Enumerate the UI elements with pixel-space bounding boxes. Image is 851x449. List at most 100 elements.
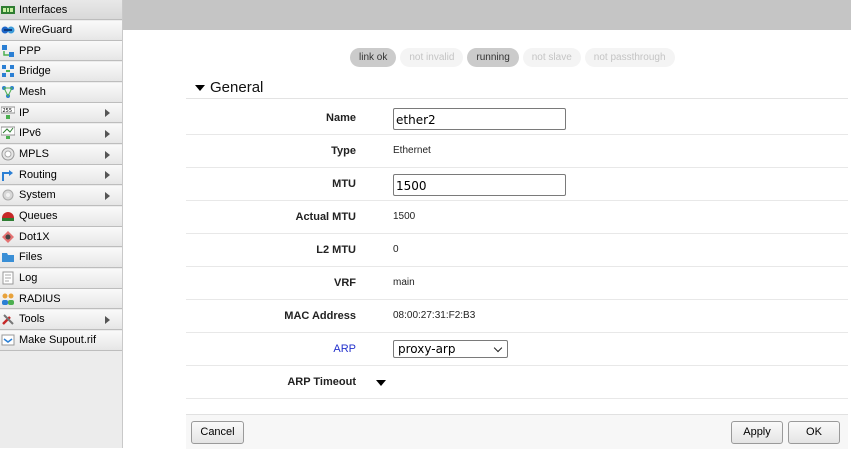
log-icon: [1, 271, 15, 285]
sidebar-item-label: PPP: [19, 44, 42, 57]
sidebar-item-label: WireGuard: [19, 24, 73, 37]
section-title: General: [210, 79, 264, 96]
sidebar-item-tools[interactable]: Tools: [0, 309, 122, 330]
sidebar-item-label: Files: [19, 251, 43, 264]
sidebar-item-label: RADIUS: [19, 292, 61, 305]
dot1x-icon: [1, 230, 15, 244]
gear-icon: [1, 188, 15, 202]
field-label-mtu: MTU: [332, 178, 356, 190]
sidebar-item-system[interactable]: System: [0, 185, 122, 206]
sidebar-item-routing[interactable]: Routing: [0, 165, 122, 186]
field-label-arp-timeout: ARP Timeout: [287, 376, 356, 388]
field-label-vrf: VRF: [334, 277, 356, 289]
users-icon: [1, 292, 15, 306]
sidebar-item-bridge[interactable]: Bridge: [0, 61, 122, 82]
status-flag-running: running: [467, 48, 519, 67]
sidebar-item-label: Queues: [19, 210, 58, 223]
l2-mtu-value: 0: [393, 244, 399, 255]
sidebar-item-mpls[interactable]: MPLS: [0, 144, 122, 165]
routing-icon: [1, 168, 15, 182]
submenu-arrow-icon: [105, 129, 110, 138]
status-flag-not-invalid: not invalid: [400, 48, 464, 67]
form-row-mac-address: MAC Address 08:00:27:31:F2:B3: [186, 300, 848, 333]
sidebar-item-wireguard[interactable]: WireGuard: [0, 20, 122, 41]
field-label-arp-link[interactable]: ARP: [333, 333, 356, 365]
action-bar: Cancel Apply OK: [186, 414, 848, 449]
status-flag-link-ok: link ok: [350, 48, 397, 67]
field-label-l2-mtu: L2 MTU: [316, 244, 356, 256]
sidebar-item-label: IP: [19, 106, 30, 119]
interfaces-icon: [1, 3, 15, 17]
wireguard-icon: [1, 23, 15, 37]
mpls-icon: [1, 147, 15, 161]
divider: [186, 98, 848, 99]
ipv6-icon: [1, 126, 15, 140]
sidebar-item-label: Interfaces: [19, 3, 68, 16]
sidebar-item-label: MPLS: [19, 148, 49, 161]
form-row-name: Name: [186, 102, 848, 135]
sidebar-item-queues[interactable]: Queues: [0, 206, 122, 227]
sidebar-item-label: System: [19, 189, 56, 202]
queues-icon: [1, 209, 15, 223]
expand-triangle-icon[interactable]: [376, 380, 386, 386]
folder-icon: [1, 250, 15, 264]
field-label-name: Name: [326, 112, 356, 124]
ok-button[interactable]: OK: [788, 421, 840, 444]
cancel-button[interactable]: Cancel: [191, 421, 244, 444]
sidebar-item-files[interactable]: Files: [0, 247, 122, 268]
ppp-icon: [1, 44, 15, 58]
form-row-mtu: MTU: [186, 168, 848, 201]
apply-button[interactable]: Apply: [731, 421, 783, 444]
sidebar-item-label: Make Supout.rif: [19, 334, 97, 346]
sidebar-item-radius[interactable]: RADIUS: [0, 289, 122, 310]
arp-select-value: proxy-arp: [398, 342, 456, 356]
field-label-actual-mtu: Actual MTU: [295, 211, 357, 223]
supout-icon: [1, 333, 15, 347]
form-row-actual-mtu: Actual MTU 1500: [186, 201, 848, 234]
vrf-value: main: [393, 277, 415, 288]
sidebar-item-label: Mesh: [19, 86, 46, 99]
field-label-type: Type: [331, 145, 356, 157]
name-input[interactable]: [393, 108, 566, 130]
mtu-input[interactable]: [393, 174, 566, 196]
submenu-arrow-icon: [105, 150, 110, 159]
sidebar-item-label: Dot1X: [19, 230, 50, 243]
field-label-mac-address: MAC Address: [284, 310, 356, 322]
sidebar-item-ip[interactable]: 255 IP: [0, 103, 122, 124]
submenu-arrow-icon: [105, 109, 110, 118]
bridge-icon: [1, 64, 15, 78]
sidebar-item-ipv6[interactable]: IPv6: [0, 123, 122, 144]
type-value: Ethernet: [393, 145, 431, 156]
sidebar-item-interfaces[interactable]: Interfaces: [0, 0, 122, 20]
sidebar-item-label: IPv6: [19, 127, 42, 140]
actual-mtu-value: 1500: [393, 211, 416, 222]
status-flag-not-slave: not slave: [522, 48, 581, 67]
mesh-icon: [1, 85, 15, 99]
section-header-general[interactable]: General: [195, 79, 263, 96]
sidebar-item-ppp[interactable]: PPP: [0, 41, 122, 62]
status-flags: link ok not invalid running not slave no…: [350, 48, 675, 67]
sidebar-item-log[interactable]: Log: [0, 268, 122, 289]
submenu-arrow-icon: [105, 315, 110, 324]
sidebar-item-make-supout[interactable]: Make Supout.rif: [0, 330, 122, 351]
form-row-l2-mtu: L2 MTU 0: [186, 234, 848, 267]
sidebar-item-mesh[interactable]: Mesh: [0, 82, 122, 103]
form-row-type: Type Ethernet: [186, 135, 848, 168]
sidebar-item-label: Routing: [19, 168, 57, 181]
top-bar: [123, 0, 851, 30]
svg-text:255: 255: [3, 108, 13, 114]
tools-icon: [1, 312, 15, 326]
form-row-arp: ARP proxy-arp: [186, 333, 848, 366]
chevron-down-icon: [493, 343, 503, 353]
submenu-arrow-icon: [105, 191, 110, 200]
sidebar-item-label: Tools: [19, 313, 45, 326]
arp-select[interactable]: proxy-arp: [393, 340, 508, 358]
sidebar-item-dot1x[interactable]: Dot1X: [0, 227, 122, 248]
form-row-arp-timeout: ARP Timeout: [186, 366, 848, 399]
submenu-arrow-icon: [105, 171, 110, 180]
sidebar: Interfaces WireGuard PPP Bridge Mesh 255…: [0, 0, 123, 448]
mac-address-value: 08:00:27:31:F2:B3: [393, 310, 476, 321]
sidebar-item-label: Log: [19, 272, 38, 285]
form-row-vrf: VRF main: [186, 267, 848, 300]
collapse-triangle-icon[interactable]: [195, 84, 205, 91]
